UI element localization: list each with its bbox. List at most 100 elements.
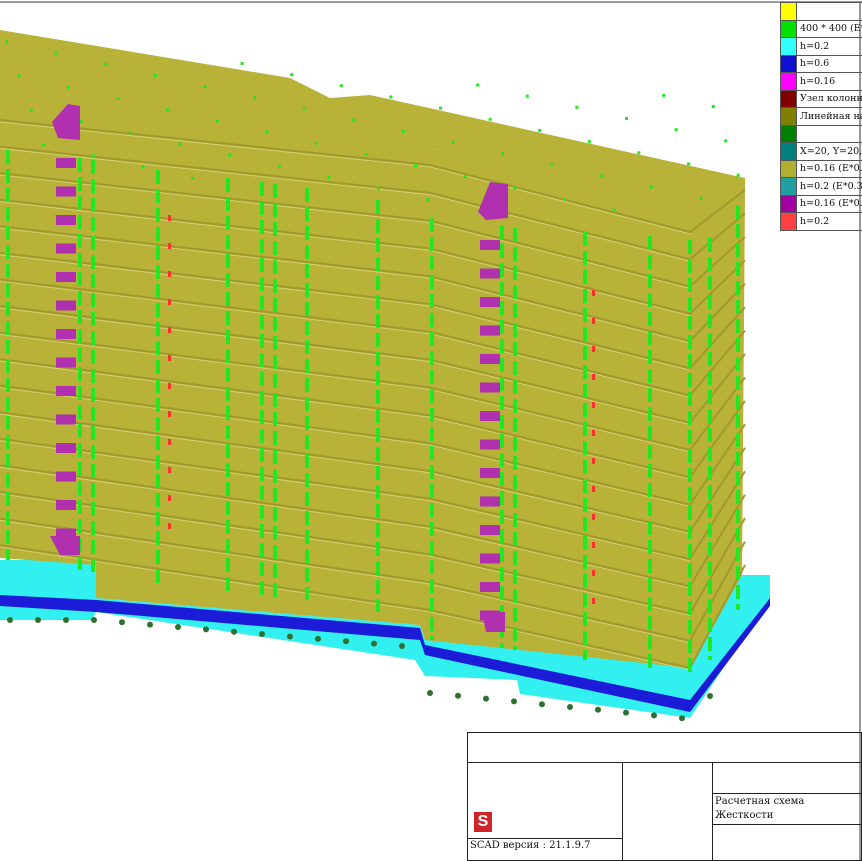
column-top-node xyxy=(501,152,504,156)
load-marker xyxy=(168,411,171,417)
core-wall-floor xyxy=(480,240,500,250)
core-wall-floor xyxy=(480,525,500,535)
core-wall-floor xyxy=(56,500,76,510)
load-marker xyxy=(168,355,171,361)
core-wall-floor xyxy=(56,414,76,425)
column-top-node xyxy=(364,152,368,156)
legend-item: h=0.2 (E*0.3) xyxy=(781,178,862,196)
support-node xyxy=(231,628,237,635)
legend-swatch xyxy=(781,73,797,90)
legend-label: h=0.16 (E*0.3 xyxy=(800,163,862,175)
column-top-node xyxy=(203,85,207,89)
legend-item: h=0.16 xyxy=(781,73,862,91)
support-node xyxy=(287,633,293,640)
column-top-node xyxy=(17,74,21,78)
support-node xyxy=(539,701,545,708)
core-wall-floor xyxy=(480,468,500,478)
legend-swatch xyxy=(781,195,797,212)
legend-swatch xyxy=(781,125,797,142)
column-top-node xyxy=(116,97,120,101)
support-node xyxy=(119,619,125,626)
column-top-node xyxy=(91,154,95,158)
legend-label: h=0.2 xyxy=(800,215,830,227)
column-top-node xyxy=(463,175,467,179)
column-top-node xyxy=(488,117,492,121)
legend-swatch xyxy=(781,38,797,55)
column-top-node xyxy=(649,185,653,189)
scad-logo: S xyxy=(474,812,492,832)
support-node xyxy=(651,712,657,719)
load-marker xyxy=(168,439,171,445)
load-marker xyxy=(168,327,171,333)
load-marker xyxy=(168,523,171,529)
load-marker xyxy=(592,402,595,408)
legend-label: h=0.16 (E*0. xyxy=(800,198,862,210)
legend-item: Узел колонн xyxy=(781,90,862,108)
load-marker xyxy=(592,542,595,548)
column-top-node xyxy=(476,83,480,87)
column-top-node xyxy=(240,61,244,65)
column-top-node xyxy=(699,196,703,200)
column-top-node xyxy=(42,143,46,147)
column-top-node xyxy=(563,197,566,201)
column-top-node xyxy=(54,51,58,55)
column-top-node xyxy=(153,73,157,77)
core-wall-floor xyxy=(480,268,500,279)
legend-swatch xyxy=(781,20,797,37)
column-top-node xyxy=(600,174,604,178)
load-marker xyxy=(592,458,595,464)
column-top-node xyxy=(439,106,442,110)
legend-swatch xyxy=(781,160,797,177)
column-top-node xyxy=(426,198,430,202)
load-marker xyxy=(592,570,595,576)
column-top-node xyxy=(352,118,356,122)
column-top-node xyxy=(711,105,715,109)
column-top-node xyxy=(662,93,666,97)
column-top-node xyxy=(401,129,405,133)
support-node xyxy=(483,695,489,702)
load-marker xyxy=(592,598,595,604)
support-node xyxy=(399,643,405,650)
column-top-node xyxy=(277,164,281,168)
legend-item: h=0.16 (E*0. xyxy=(781,195,862,213)
column-top-node xyxy=(612,208,616,212)
load-marker xyxy=(592,290,595,296)
core-wall-floor xyxy=(56,300,76,311)
core-wall-floor xyxy=(480,582,500,592)
legend-label: h=0.2 (E*0.3) xyxy=(800,180,862,192)
core-wall-floor xyxy=(56,272,76,282)
column-top-node xyxy=(538,128,542,132)
legend-item: h=0.16 (E*0.3 xyxy=(781,160,862,178)
support-node xyxy=(203,626,209,633)
column-top-node xyxy=(451,140,455,144)
legend-item: h=0.2 xyxy=(781,213,862,231)
legend-swatch xyxy=(781,108,797,125)
floor-slabs xyxy=(0,90,746,671)
core-wall-floor xyxy=(480,354,500,364)
stiffness-legend: 400 * 400 (E* h=0.2 h=0.6 h=0.16 Узел колонн… xyxy=(780,2,862,231)
load-marker xyxy=(168,383,171,389)
support-node xyxy=(707,693,713,699)
scheme-label: Расчетная схема xyxy=(715,796,805,807)
column-top-node xyxy=(141,165,145,169)
load-marker xyxy=(168,467,171,473)
load-marker xyxy=(592,514,595,520)
legend-item: Линейная на xyxy=(781,108,862,126)
legend-label: X=20, Y=20, xyxy=(800,145,862,157)
core-wall-floor xyxy=(480,382,500,393)
column-top-node xyxy=(215,119,219,123)
support-node xyxy=(63,617,69,623)
column-top-node xyxy=(414,164,418,168)
column-top-node xyxy=(736,173,740,177)
core-wall-floor xyxy=(56,215,76,225)
load-marker xyxy=(592,486,595,492)
legend-swatch xyxy=(781,178,797,195)
support-node xyxy=(147,621,153,628)
column-top-node xyxy=(302,107,306,111)
column-top-node xyxy=(253,96,256,100)
support-node xyxy=(91,617,97,623)
support-node xyxy=(595,706,601,713)
legend-item xyxy=(781,125,862,143)
support-node xyxy=(371,640,377,647)
legend-item: X=20, Y=20, xyxy=(781,143,862,161)
